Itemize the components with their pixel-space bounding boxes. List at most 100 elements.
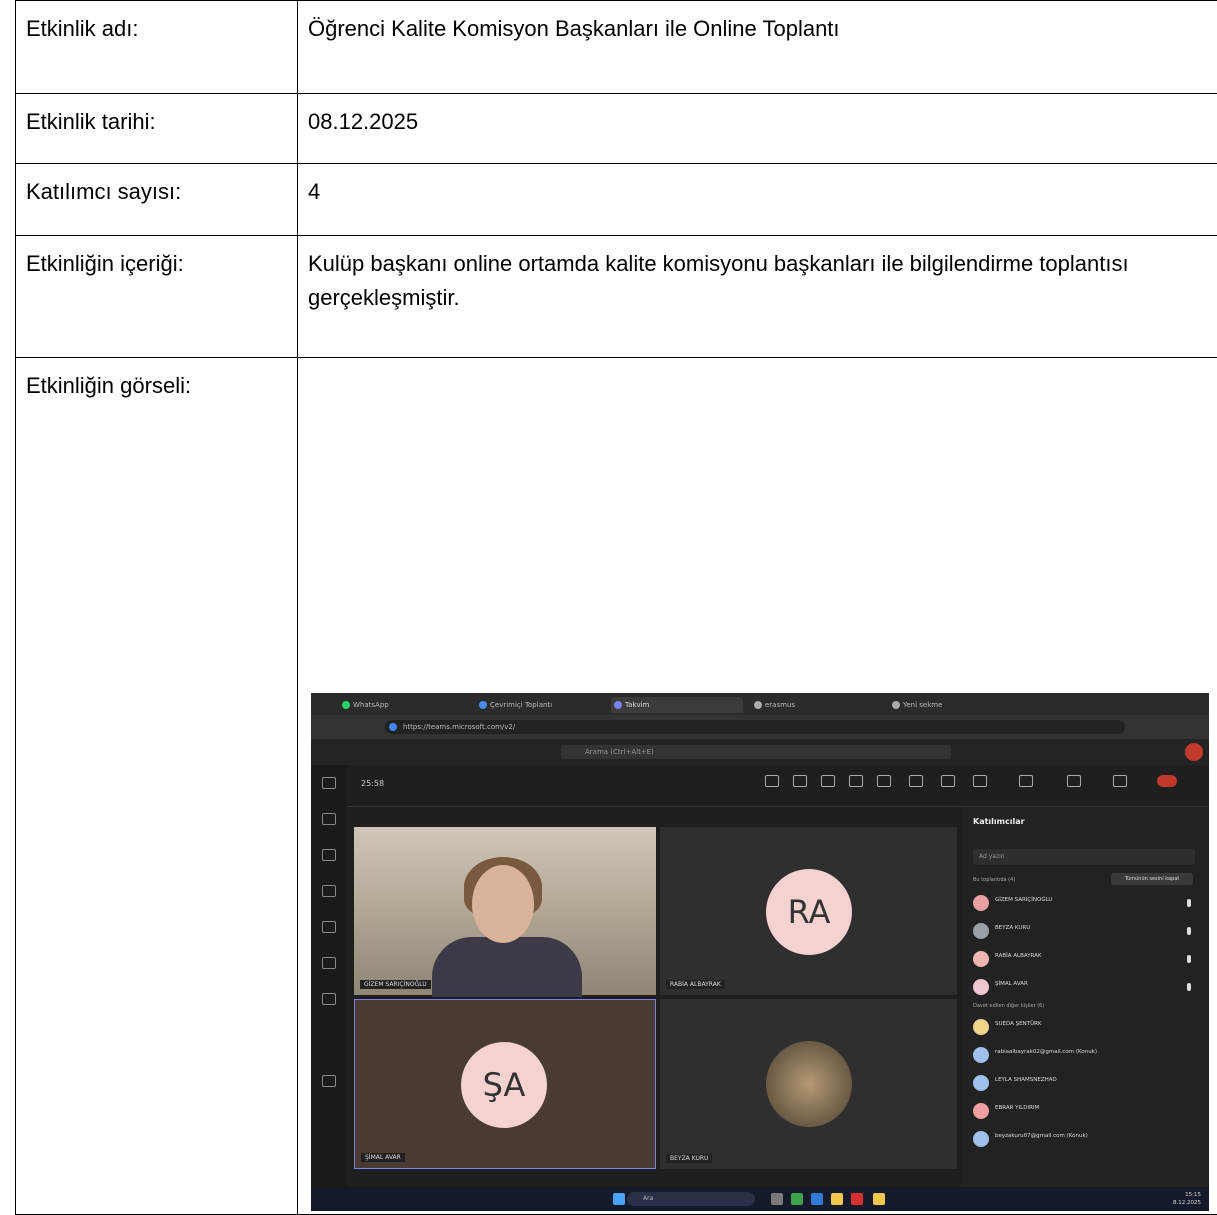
- event-name-label: Etkinlik adı:: [16, 1, 298, 94]
- camera-icon[interactable]: [1019, 775, 1033, 787]
- event-name-value: Öğrenci Kalite Komisyon Başkanları ile O…: [298, 1, 1217, 94]
- avatar: [973, 1019, 989, 1035]
- video-tile[interactable]: GİZEM SARIÇİNOĞLU: [354, 827, 656, 995]
- teams-icon[interactable]: [322, 849, 336, 861]
- video-tile[interactable]: ŞA ŞİMAL AVAR: [354, 999, 656, 1169]
- meeting-timer: 25:58: [361, 779, 384, 788]
- chat-icon[interactable]: [765, 775, 779, 787]
- teams-top-bar: Arama (Ctrl+Alt+E): [311, 739, 1209, 765]
- participant-figure: [432, 937, 582, 997]
- teams-app-rail: [311, 765, 347, 1211]
- participant-row[interactable]: RABİA ALBAYRAK: [973, 949, 1195, 969]
- participant-row[interactable]: rabiaalbayrak02@gmail.com (Konuk): [973, 1045, 1195, 1065]
- raise-hand-icon[interactable]: [821, 775, 835, 787]
- page-icon: [892, 701, 900, 709]
- notes-icon[interactable]: [909, 775, 923, 787]
- chrome-icon[interactable]: [791, 1193, 803, 1205]
- event-date-value: 08.12.2025: [298, 94, 1217, 164]
- mic-icon: [1187, 955, 1191, 963]
- meeting-toolbar: 25:58: [347, 765, 1209, 807]
- url-field[interactable]: https://teams.microsoft.com/v2/: [385, 720, 1125, 734]
- participant-photo: [766, 1041, 852, 1127]
- user-avatar[interactable]: [1185, 743, 1203, 761]
- apps-icon[interactable]: [322, 1075, 336, 1087]
- browser-tab-active[interactable]: Takvim: [611, 697, 743, 713]
- mic-icon[interactable]: [1067, 775, 1081, 787]
- view-icon[interactable]: [877, 775, 891, 787]
- avatar: [973, 951, 989, 967]
- files-icon[interactable]: [322, 957, 336, 969]
- event-content-value: Kulüp başkanı online ortamda kalite komi…: [298, 236, 1217, 358]
- browser-tab[interactable]: WhatsApp: [339, 697, 469, 713]
- teams-search-input[interactable]: Arama (Ctrl+Alt+E): [561, 745, 951, 759]
- folder-icon[interactable]: [831, 1193, 843, 1205]
- start-icon[interactable]: [613, 1193, 625, 1205]
- avatar-initials: RA: [766, 869, 852, 955]
- participant-row[interactable]: BEYZA KURU: [973, 921, 1195, 941]
- browser-tab-bar: WhatsApp Çevrimiçi Toplantı Takvim erasm…: [311, 693, 1209, 715]
- event-content-row: Etkinliğin içeriği: Kulüp başkanı online…: [16, 236, 1217, 358]
- site-icon: [389, 723, 397, 731]
- task-view-icon[interactable]: [771, 1193, 783, 1205]
- participant-count-value: 4: [298, 164, 1217, 236]
- mic-icon: [1187, 983, 1191, 991]
- participant-count-label: Katılımcı sayısı:: [16, 164, 298, 236]
- participant-figure: [472, 865, 534, 943]
- participant-row[interactable]: beyzakuru07@gmail.com (Konuk): [973, 1129, 1195, 1149]
- more-icon[interactable]: [973, 775, 987, 787]
- participant-search-input[interactable]: Ad yazın: [973, 849, 1195, 865]
- participant-row[interactable]: GİZEM SARIÇİNOĞLU: [973, 893, 1195, 913]
- event-date-row: Etkinlik tarihi: 08.12.2025: [16, 94, 1217, 164]
- avatar: [973, 1047, 989, 1063]
- activity-icon[interactable]: [322, 777, 336, 789]
- avatar: [973, 895, 989, 911]
- teams-icon: [479, 701, 487, 709]
- app-icon[interactable]: [851, 1193, 863, 1205]
- event-content-label: Etkinliğin içeriği:: [16, 236, 298, 358]
- rooms-icon[interactable]: [941, 775, 955, 787]
- people-icon[interactable]: [793, 775, 807, 787]
- windows-taskbar: Ara 15:15 8.12.2025: [311, 1187, 1209, 1211]
- avatar: [973, 1103, 989, 1119]
- react-icon[interactable]: [849, 775, 863, 787]
- meeting-screenshot: WhatsApp Çevrimiçi Toplantı Takvim erasm…: [311, 693, 1209, 1211]
- calls-icon[interactable]: [322, 921, 336, 933]
- video-tile[interactable]: RA RABİA ALBAYRAK: [660, 827, 957, 995]
- browser-tab[interactable]: Yeni sekme: [889, 697, 999, 713]
- video-tile[interactable]: BEYZA KURU: [660, 999, 957, 1169]
- browser-tab[interactable]: erasmus: [751, 697, 881, 713]
- copilot-icon[interactable]: [322, 993, 336, 1005]
- in-meeting-label: Bu toplantıda (4): [973, 877, 1015, 883]
- participants-panel: Katılımcılar Ad yazın Bu toplantıda (4) …: [961, 807, 1209, 1187]
- tile-name: GİZEM SARIÇİNOĞLU: [360, 980, 431, 989]
- calendar-icon[interactable]: [322, 885, 336, 897]
- avatar: [973, 979, 989, 995]
- share-icon[interactable]: [1113, 775, 1127, 787]
- mute-all-button[interactable]: Tümünün sesini kapat: [1111, 873, 1193, 885]
- participant-row[interactable]: ŞİMAL AVAR: [973, 977, 1195, 997]
- whatsapp-icon: [342, 701, 350, 709]
- taskbar-clock: 15:15 8.12.2025: [1173, 1191, 1201, 1207]
- browser-tab[interactable]: Çevrimiçi Toplantı: [476, 697, 606, 713]
- event-image-label: Etkinliğin görseli:: [16, 358, 298, 1215]
- tile-name: BEYZA KURU: [666, 1154, 712, 1163]
- browser-address-bar: https://teams.microsoft.com/v2/: [311, 715, 1209, 739]
- calendar-icon: [614, 701, 622, 709]
- mic-icon: [1187, 899, 1191, 907]
- participant-row[interactable]: SUEDA ŞENTÜRK: [973, 1017, 1195, 1037]
- taskbar-search[interactable]: Ara: [627, 1192, 755, 1206]
- participant-row[interactable]: LEYLA SHAMSNEZHAD: [973, 1073, 1195, 1093]
- event-date-label: Etkinlik tarihi:: [16, 94, 298, 164]
- event-name-row: Etkinlik adı: Öğrenci Kalite Komisyon Ba…: [16, 1, 1217, 94]
- avatar-initials: ŞA: [461, 1042, 547, 1128]
- avatar: [973, 1131, 989, 1147]
- page-icon: [754, 701, 762, 709]
- tile-name: RABİA ALBAYRAK: [666, 980, 725, 989]
- participant-count-row: Katılımcı sayısı: 4: [16, 164, 1217, 236]
- chat-icon[interactable]: [322, 813, 336, 825]
- leave-button[interactable]: [1157, 775, 1177, 787]
- participant-row[interactable]: EBRAR YILDIRIM: [973, 1101, 1195, 1121]
- app-icon[interactable]: [873, 1193, 885, 1205]
- edge-icon[interactable]: [811, 1193, 823, 1205]
- panel-title: Katılımcılar: [973, 817, 1025, 826]
